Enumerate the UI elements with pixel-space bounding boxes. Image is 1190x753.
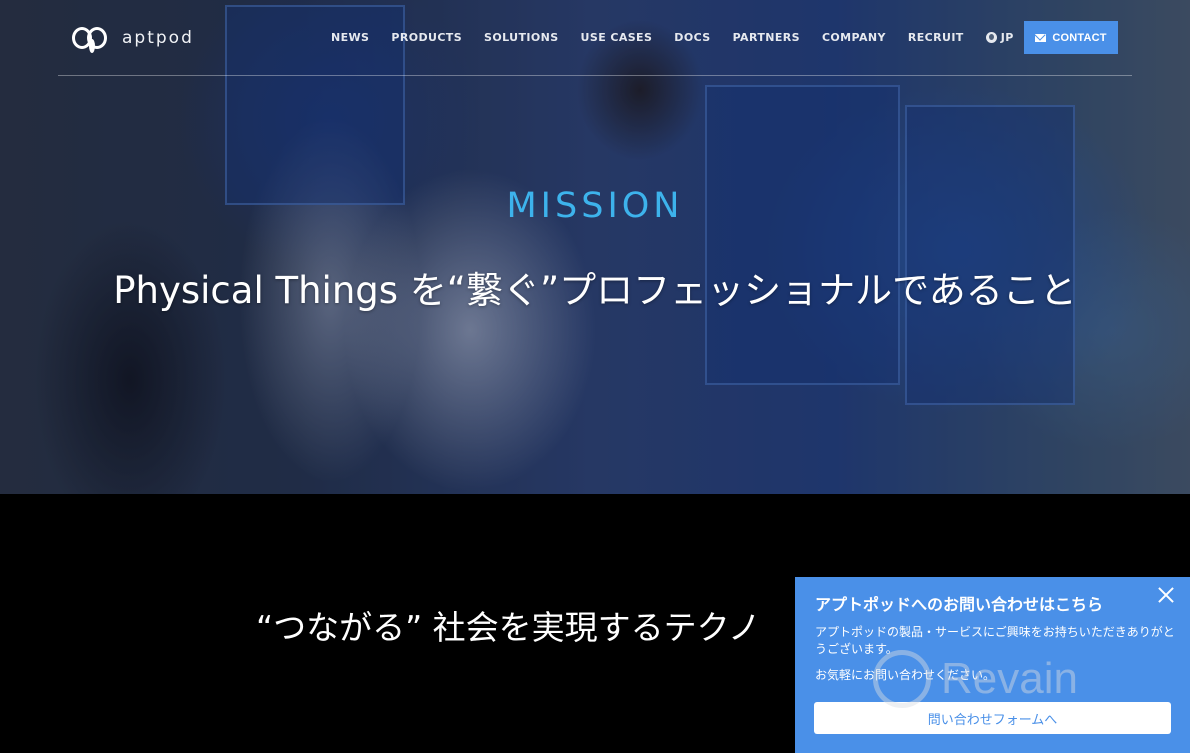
nav-recruit[interactable]: RECRUIT [908, 31, 964, 44]
inquiry-form-button[interactable]: 問い合わせフォームへ [814, 702, 1171, 734]
mission-headline: Physical Things を“繋ぐ”プロフェッショナルであること [113, 269, 1077, 312]
language-label: JP [1000, 31, 1014, 44]
nav-company[interactable]: COMPANY [822, 31, 886, 44]
header-divider [58, 75, 1132, 76]
nav-products[interactable]: PRODUCTS [391, 31, 462, 44]
contact-label: CONTACT [1052, 31, 1107, 44]
nav-use-cases[interactable]: USE CASES [581, 31, 653, 44]
globe-icon [985, 32, 997, 43]
mission-eyebrow: MISSION [506, 186, 684, 226]
chat-widget-message: お気軽にお問い合わせください。 [815, 668, 996, 682]
main-nav: NEWS PRODUCTS SOLUTIONS USE CASES DOCS P… [331, 31, 1036, 44]
chat-widget-body: アプトポッドの製品・サービスにご興味をお持ちいただきありがとうございます。 お気… [815, 624, 1175, 684]
language-switcher[interactable]: JP [985, 31, 1014, 44]
nav-solutions[interactable]: SOLUTIONS [484, 31, 559, 44]
chat-widget-message: アプトポッドの製品・サービスにご興味をお持ちいただきありがとうございます。 [815, 625, 1175, 656]
contact-button[interactable]: CONTACT [1024, 21, 1118, 54]
nav-docs[interactable]: DOCS [674, 31, 710, 44]
mail-icon [1035, 33, 1047, 42]
logo-text: aptpod [122, 28, 194, 48]
hero-section: aptpod NEWS PRODUCTS SOLUTIONS USE CASES… [0, 0, 1190, 494]
logo-link[interactable]: aptpod [72, 25, 194, 53]
chat-widget-title: アプトポッドへのお問い合わせはこちら [815, 595, 1104, 614]
aptpod-logo-icon [72, 25, 110, 53]
nav-partners[interactable]: PARTNERS [733, 31, 800, 44]
close-icon[interactable] [1156, 585, 1176, 605]
contact-chat-widget: アプトポッドへのお問い合わせはこちら アプトポッドの製品・サービスにご興味をお持… [795, 577, 1190, 753]
nav-news[interactable]: NEWS [331, 31, 369, 44]
section-tagline: “つながる” 社会を実現するテクノ [256, 608, 761, 647]
